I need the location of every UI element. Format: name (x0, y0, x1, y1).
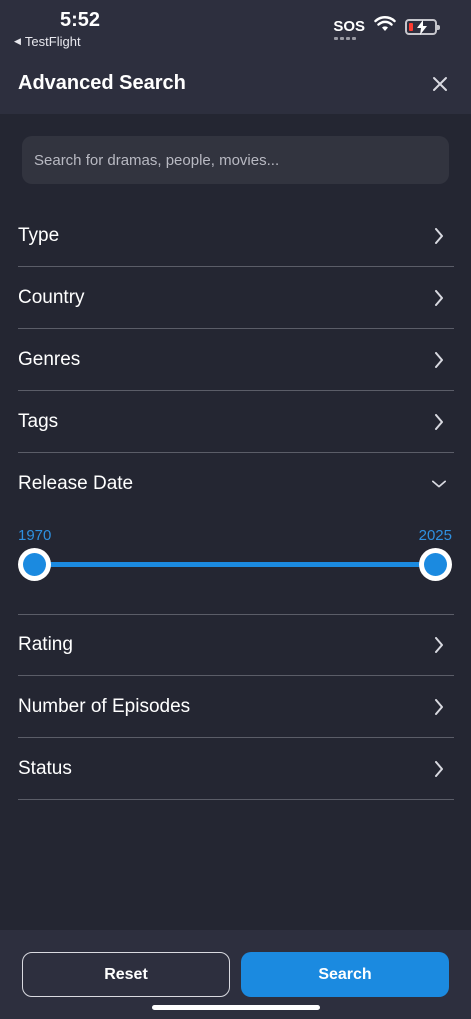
filter-row-number-of-episodes[interactable]: Number of Episodes (18, 676, 454, 738)
home-indicator[interactable] (152, 1005, 320, 1010)
slider-thumb-max[interactable] (419, 548, 452, 581)
back-to-app-link[interactable]: ◀ TestFlight (14, 34, 81, 49)
close-button[interactable] (429, 73, 451, 95)
chevron-right-icon (432, 413, 446, 430)
reset-button[interactable]: Reset (22, 952, 230, 997)
search-input[interactable] (22, 136, 449, 184)
search-button[interactable]: Search (241, 952, 449, 997)
filter-row-release-date[interactable]: Release Date (18, 453, 454, 515)
chevron-right-icon (432, 289, 446, 306)
filter-label: Type (18, 224, 60, 246)
filter-row-rating[interactable]: Rating (18, 614, 454, 676)
filter-label: Release Date (18, 473, 134, 494)
range-min-label: 1970 (18, 527, 52, 544)
back-caret-icon: ◀ (14, 36, 21, 46)
filter-row-type[interactable]: Type (18, 205, 454, 267)
chevron-right-icon (432, 227, 446, 244)
status-time: 5:52 (60, 9, 101, 31)
sos-indicator: SOS (333, 18, 365, 40)
chevron-right-icon (432, 351, 446, 368)
chevron-right-icon (432, 698, 446, 715)
filter-label: Country (18, 286, 85, 308)
page-title: Advanced Search (18, 72, 186, 94)
wifi-icon (374, 16, 396, 37)
filter-row-genres[interactable]: Genres (18, 329, 454, 391)
status-indicators: SOS (333, 16, 440, 40)
filter-row-tags[interactable]: Tags (18, 391, 454, 453)
signal-dots-icon (334, 37, 357, 40)
filter-label: Genres (18, 348, 81, 370)
back-app-label: TestFlight (24, 34, 81, 49)
filter-label: Tags (18, 410, 59, 432)
sos-label: SOS (333, 18, 365, 35)
chevron-right-icon (432, 636, 446, 653)
slider-thumb-min[interactable] (18, 548, 51, 581)
battery-charging-icon (405, 18, 440, 35)
chevron-down-icon (432, 477, 446, 491)
close-icon (433, 77, 447, 91)
filter-label: Rating (18, 633, 73, 655)
range-max-label: 2025 (418, 527, 452, 544)
chevron-right-icon (432, 760, 446, 777)
filter-label: Status (18, 757, 72, 779)
filter-row-country[interactable]: Country (18, 267, 454, 329)
release-date-slider-track[interactable] (34, 562, 436, 567)
filter-row-status[interactable]: Status (18, 738, 454, 800)
filter-label: Number of Episodes (18, 695, 191, 717)
